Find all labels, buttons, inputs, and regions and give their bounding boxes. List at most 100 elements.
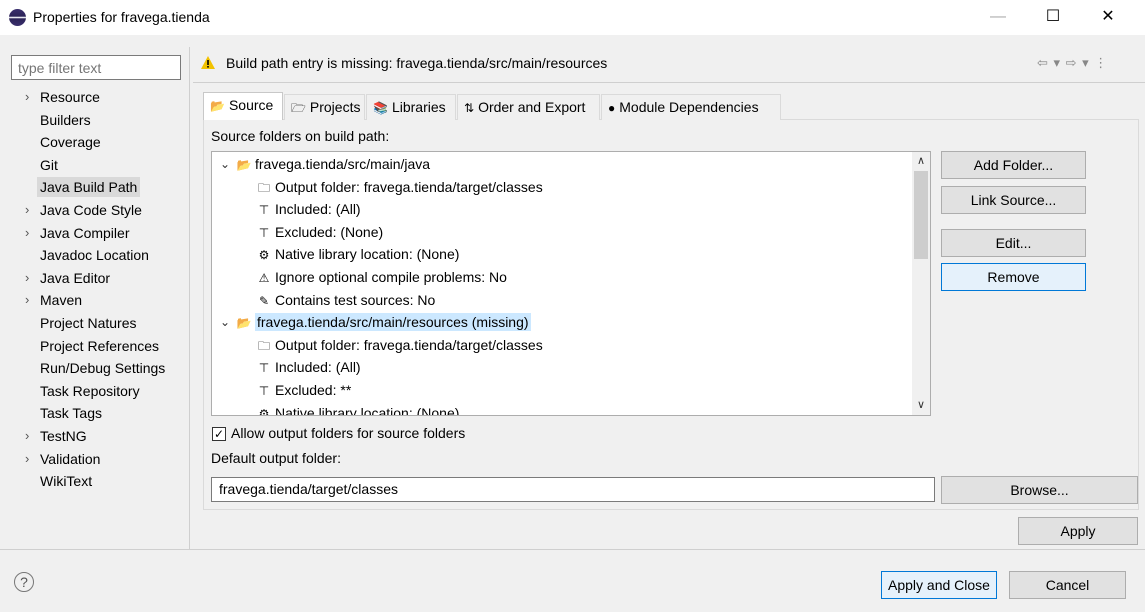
eclipse-icon <box>9 9 26 26</box>
pane-divider[interactable] <box>189 47 190 549</box>
tree-item[interactable]: ⊤ Excluded: ** <box>256 379 352 402</box>
nav-item-label: Run/Debug Settings <box>40 360 166 377</box>
tab-projects[interactable]: 🗁 Projects <box>284 94 365 120</box>
filter-input[interactable] <box>11 55 181 80</box>
apply-and-close-button[interactable]: Apply and Close <box>881 571 997 599</box>
scroll-thumb[interactable] <box>914 171 928 259</box>
default-output-label: Default output folder: <box>211 450 341 466</box>
nav-item-label: WikiText <box>40 473 93 490</box>
native-library-icon: ⚙ <box>258 248 270 263</box>
nav-item-label: Project References <box>40 337 160 354</box>
allow-output-label[interactable]: Allow output folders for source folders <box>231 425 465 441</box>
chevron-right-icon[interactable]: › <box>25 86 29 109</box>
tree-item-label: Output folder: fravega.tienda/target/cla… <box>275 178 543 195</box>
property-page-tree: › Resource Builders Coverage Git Java Build P… <box>11 86 189 493</box>
nav-item-maven[interactable]: › Maven <box>11 289 189 312</box>
chevron-right-icon[interactable]: › <box>25 289 29 312</box>
order-export-icon: ⇅ <box>464 101 475 115</box>
nav-item-label: Java Editor <box>40 269 111 286</box>
tree-item-label: Native library location: (None) <box>275 246 460 263</box>
nav-item-testng[interactable]: › TestNG <box>11 425 189 448</box>
tree-item-label: fravega.tienda/src/main/resources (missi… <box>255 313 531 332</box>
nav-item-task-tags[interactable]: Task Tags <box>11 402 189 425</box>
nav-item-java-compiler[interactable]: › Java Compiler <box>11 222 189 245</box>
tree-item-label: Native library location: (None) <box>275 404 460 416</box>
tree-item[interactable]: ⊤ Included: (All) <box>256 356 361 379</box>
footer-divider <box>0 549 1145 550</box>
chevron-right-icon[interactable]: › <box>25 199 29 222</box>
close-button[interactable]: ✕ <box>1085 0 1131 34</box>
tab-libraries[interactable]: 📚 Libraries <box>366 94 456 120</box>
scroll-up-icon[interactable]: ∧ <box>912 152 930 170</box>
nav-item-resource[interactable]: › Resource <box>11 86 189 109</box>
module-icon: ● <box>608 101 616 115</box>
tree-item-label: Output folder: fravega.tienda/target/cla… <box>275 336 543 353</box>
chevron-right-icon[interactable]: › <box>25 425 29 448</box>
tree-item[interactable]: ✎ Contains test sources: No <box>256 289 435 312</box>
chevron-right-icon[interactable]: › <box>25 222 29 245</box>
maximize-button[interactable]: ☐ <box>1030 0 1076 34</box>
source-folders-tree[interactable]: ⌄ 📂 fravega.tienda/src/main/java 🗀 Output fo… <box>211 151 931 416</box>
add-folder-button[interactable]: Add Folder... <box>941 151 1086 179</box>
help-icon[interactable]: ? <box>14 572 34 592</box>
default-output-field[interactable]: fravega.tienda/target/classes <box>211 477 935 502</box>
browse-button[interactable]: Browse... <box>941 476 1138 504</box>
nav-item-task-repository[interactable]: Task Repository <box>11 380 189 403</box>
chevron-down-icon[interactable]: ⌄ <box>220 153 230 176</box>
nav-item-label: Builders <box>40 111 91 128</box>
history-nav-icons[interactable]: ⇦ ▾ ⇨ ▾ ⋮ <box>1037 55 1108 71</box>
nav-item-label: Project Natures <box>40 314 137 331</box>
allow-output-checkbox[interactable]: ✓ <box>212 427 226 441</box>
nav-item-project-natures[interactable]: Project Natures <box>11 312 189 335</box>
tree-item[interactable]: ⊤ Excluded: (None) <box>256 221 383 244</box>
tree-item[interactable]: ⌄ 📂 fravega.tienda/src/main/java <box>220 153 431 176</box>
nav-item-coverage[interactable]: Coverage <box>11 131 189 154</box>
tree-item[interactable]: ⊤ Included: (All) <box>256 198 361 221</box>
scroll-down-icon[interactable]: ∨ <box>912 396 930 414</box>
tree-item[interactable]: ⚠ Ignore optional compile problems: No <box>256 266 507 289</box>
tree-item-label: Included: (All) <box>275 201 361 218</box>
apply-button[interactable]: Apply <box>1018 517 1138 545</box>
nav-item-label: Task Repository <box>40 382 140 399</box>
edit-button[interactable]: Edit... <box>941 229 1086 257</box>
tree-item[interactable]: 🗀 Output folder: fravega.tienda/target/cl… <box>256 176 543 199</box>
tree-item[interactable]: ⌄ 📂 fravega.tienda/src/main/resources (mis… <box>220 311 531 334</box>
nav-item-label: Java Code Style <box>40 201 142 218</box>
nav-item-java-editor[interactable]: › Java Editor <box>11 267 189 290</box>
nav-item-javadoc-location[interactable]: Javadoc Location <box>11 244 189 267</box>
tree-item[interactable]: ⚙ Native library location: (None) <box>256 402 460 416</box>
tree-item-label: fravega.tienda/src/main/java <box>255 156 431 172</box>
missing-folder-icon: 📂 <box>236 316 252 331</box>
nav-item-validation[interactable]: › Validation <box>11 448 189 471</box>
nav-item-java-code-style[interactable]: › Java Code Style <box>11 199 189 222</box>
tab-order-and-export[interactable]: ⇅ Order and Export <box>457 94 600 120</box>
nav-item-label: Java Compiler <box>40 224 130 241</box>
nav-item-label: Validation <box>40 450 101 467</box>
chevron-right-icon[interactable]: › <box>25 448 29 471</box>
minimize-button[interactable]: — <box>975 0 1021 34</box>
nav-item-java-build-path[interactable]: Java Build Path <box>11 176 189 199</box>
nav-item-project-references[interactable]: Project References <box>11 335 189 358</box>
nav-item-run-debug-settings[interactable]: Run/Debug Settings <box>11 357 189 380</box>
cancel-button[interactable]: Cancel <box>1009 571 1126 599</box>
filter-icon: ⊤ <box>258 203 270 218</box>
nav-item-label: Javadoc Location <box>40 247 149 264</box>
chevron-down-icon[interactable]: ⌄ <box>220 311 230 334</box>
filter-icon: ⊤ <box>258 384 270 398</box>
chevron-right-icon[interactable]: › <box>25 267 29 290</box>
nav-item-wikitext[interactable]: WikiText <box>11 470 189 493</box>
libraries-icon: 📚 <box>373 101 388 115</box>
message-text: Build path entry is missing: fravega.tie… <box>226 55 608 71</box>
tree-item[interactable]: ⚙ Native library location: (None) <box>256 243 460 266</box>
tab-label: Module Dependencies <box>619 99 759 115</box>
tab-source[interactable]: 📂 Source <box>203 92 283 120</box>
remove-button[interactable]: Remove <box>941 263 1086 291</box>
nav-item-git[interactable]: Git <box>11 154 189 177</box>
link-source-button[interactable]: Link Source... <box>941 186 1086 214</box>
nav-item-builders[interactable]: Builders <box>11 109 189 132</box>
nav-item-label: Git <box>40 156 58 173</box>
tab-label: Order and Export <box>478 99 586 115</box>
output-folder-icon: 🗀 <box>257 180 270 195</box>
tab-module-dependencies[interactable]: ● Module Dependencies <box>601 94 781 120</box>
tree-item[interactable]: 🗀 Output folder: fravega.tienda/target/cl… <box>256 334 543 357</box>
